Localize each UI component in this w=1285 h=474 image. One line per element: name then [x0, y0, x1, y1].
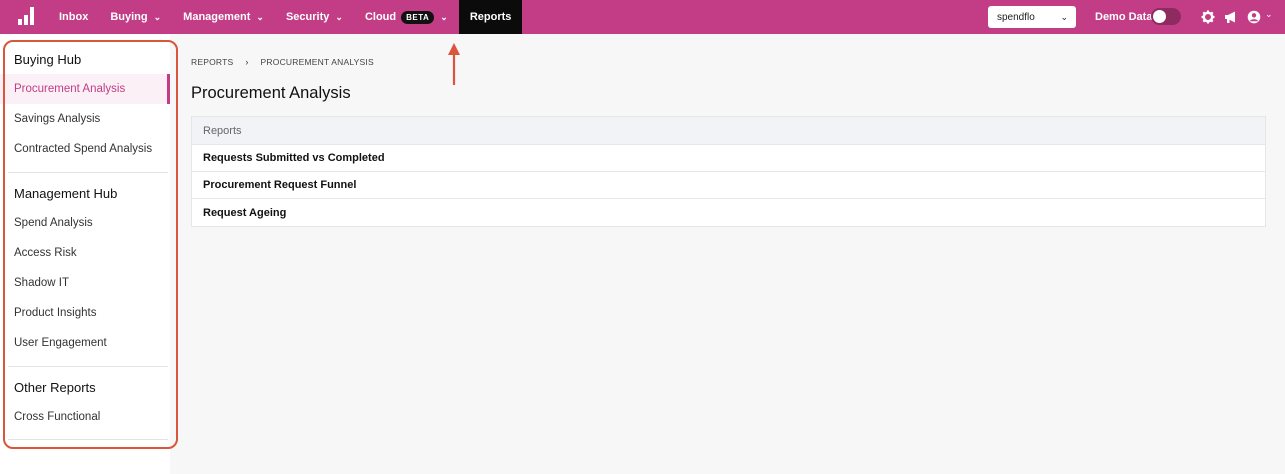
buying-hub-title: Buying Hub	[14, 52, 82, 67]
sidebar-item-label: Product Insights	[14, 307, 97, 319]
table-row[interactable]: Requests Submitted vs Completed	[192, 145, 1265, 172]
nav-reports[interactable]: Reports	[458, 0, 523, 34]
sidebar-item-procurement-analysis[interactable]: Procurement Analysis	[0, 74, 170, 104]
reports-table: Reports Requests Submitted vs Completed …	[191, 116, 1266, 227]
user-icon[interactable]	[1247, 10, 1261, 24]
sidebar-item-shadow-it[interactable]: Shadow IT	[0, 268, 170, 298]
nav-cloud[interactable]: Cloud BETA ⌄	[354, 0, 459, 34]
nav-security-label: Security	[285, 11, 330, 23]
chevron-down-icon: ⌄	[440, 11, 448, 22]
org-select[interactable]: spendflo ⌄	[988, 6, 1076, 28]
sidebar-divider	[8, 366, 168, 367]
sidebar-item-spend-analysis[interactable]: Spend Analysis	[0, 208, 170, 238]
sidebar-item-savings-analysis[interactable]: Savings Analysis	[0, 104, 170, 134]
chevron-down-icon: ⌄	[1060, 11, 1068, 22]
reports-sidebar: Buying Hub Procurement Analysis Savings …	[0, 34, 170, 474]
chevron-down-icon: ⌄	[153, 11, 162, 22]
table-row[interactable]: Procurement Request Funnel	[192, 172, 1265, 199]
chevron-down-icon[interactable]: ⌄	[1265, 9, 1273, 20]
sidebar-item-label: Savings Analysis	[14, 113, 101, 125]
table-header-label: Reports	[203, 124, 242, 137]
sidebar-item-label: Access Risk	[14, 247, 77, 259]
page-title: Procurement Analysis	[191, 84, 351, 102]
management-hub-title: Management Hub	[14, 186, 118, 201]
sidebar-item-label: Spend Analysis	[14, 217, 93, 229]
chevron-down-icon: ⌄	[335, 11, 343, 22]
nav-management-label: Management	[183, 11, 251, 23]
sidebar-item-cross-functional[interactable]: Cross Functional	[0, 402, 170, 432]
nav-management[interactable]: Management ⌄	[172, 0, 275, 34]
sidebar-item-label: Cross Functional	[14, 411, 101, 423]
table-header: Reports	[192, 117, 1265, 145]
nav-buying[interactable]: Buying ⌄	[99, 0, 172, 34]
nav-buying-label: Buying	[110, 11, 148, 23]
report-link[interactable]: Requests Submitted vs Completed	[203, 152, 385, 164]
sidebar-item-access-risk[interactable]: Access Risk	[0, 238, 170, 268]
nav-cloud-label: Cloud	[364, 11, 397, 23]
sidebar-item-label: Contracted Spend Analysis	[14, 143, 153, 155]
demo-data-label: Demo Data	[1095, 11, 1153, 23]
app-logo-icon[interactable]	[18, 7, 38, 25]
sidebar-divider	[8, 172, 168, 173]
toggle-knob	[1153, 10, 1166, 23]
nav-security[interactable]: Security ⌄	[275, 0, 354, 34]
report-link[interactable]: Procurement Request Funnel	[203, 179, 356, 191]
breadcrumb: REPORTS › PROCUREMENT ANALYSIS	[191, 57, 374, 67]
demo-data-toggle[interactable]	[1151, 8, 1181, 25]
org-select-value: spendflo	[997, 11, 1035, 23]
top-navbar: Inbox Buying ⌄ Management ⌄ Security ⌄ C…	[0, 0, 1285, 34]
megaphone-icon[interactable]	[1224, 10, 1238, 24]
nav-inbox-label: Inbox	[59, 11, 89, 23]
chevron-down-icon: ⌄	[256, 11, 264, 22]
chevron-right-icon: ›	[245, 57, 249, 67]
sidebar-item-label: Shadow IT	[14, 277, 69, 289]
breadcrumb-current: PROCUREMENT ANALYSIS	[260, 57, 374, 67]
breadcrumb-reports[interactable]: REPORTS	[191, 57, 233, 67]
other-reports-title: Other Reports	[14, 380, 96, 395]
sidebar-item-user-engagement[interactable]: User Engagement	[0, 328, 170, 358]
sidebar-divider	[8, 439, 168, 440]
report-link[interactable]: Request Ageing	[203, 207, 286, 219]
sidebar-item-product-insights[interactable]: Product Insights	[0, 298, 170, 328]
table-row[interactable]: Request Ageing	[192, 199, 1265, 226]
gear-icon[interactable]	[1201, 10, 1215, 24]
nav-inbox[interactable]: Inbox	[48, 0, 99, 34]
annotation-arrow	[448, 43, 460, 85]
nav-reports-label: Reports	[469, 11, 512, 23]
sidebar-item-label: Procurement Analysis	[14, 83, 126, 95]
beta-badge: BETA	[401, 10, 435, 24]
sidebar-item-label: User Engagement	[14, 337, 107, 349]
sidebar-item-contracted-spend-analysis[interactable]: Contracted Spend Analysis	[0, 134, 170, 164]
